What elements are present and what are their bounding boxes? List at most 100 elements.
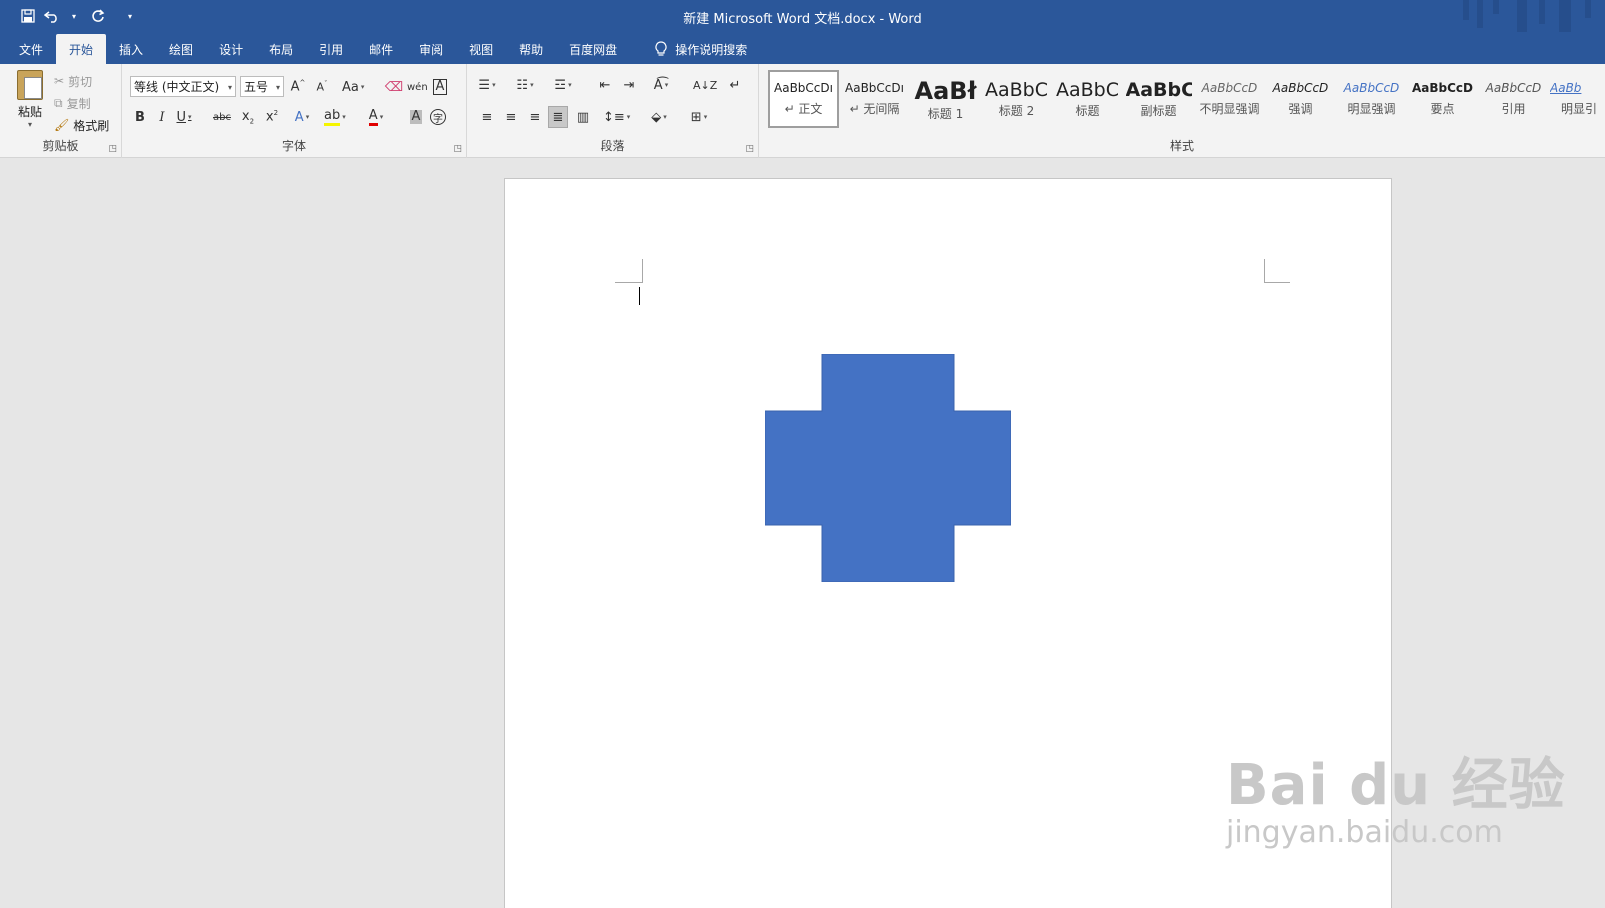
phonetic-guide-icon: wén	[407, 81, 428, 93]
style-intense-quote[interactable]: AaBb 明显引	[1549, 70, 1605, 128]
style-subtle-emphasis[interactable]: AaBbCcD 不明显强调	[1194, 70, 1265, 128]
chevron-down-icon: ▾	[275, 83, 280, 92]
chevron-down-icon: ▾	[227, 83, 232, 92]
style-name: 副标题	[1140, 104, 1177, 118]
style-name: 要点	[1430, 102, 1455, 116]
paste-button[interactable]: 粘贴 ▾	[10, 70, 50, 129]
style-quote[interactable]: AaBbCcD 引用	[1478, 70, 1549, 128]
baidu-watermark: Bai du 经验 jingyan.baidu.com	[1226, 740, 1566, 850]
italic-button[interactable]: I	[152, 106, 172, 128]
style-sample: AaBbCcDı	[845, 81, 904, 95]
show-marks-button[interactable]: ↵	[725, 74, 745, 96]
style-strong[interactable]: AaBbCcD 要点	[1407, 70, 1478, 128]
bold-icon: B	[135, 109, 145, 125]
tab-draw[interactable]: 绘图	[156, 34, 206, 64]
sort-button[interactable]: A↓Z	[693, 74, 717, 96]
tab-design[interactable]: 设计	[206, 34, 256, 64]
underline-button[interactable]: U ▾	[174, 106, 194, 128]
style-title[interactable]: AaBbC 标题	[1052, 70, 1123, 128]
style-heading-1[interactable]: AaBł 标题 1	[910, 70, 981, 128]
numbering-button[interactable]: ☷ ▾	[515, 74, 535, 96]
style-heading-2[interactable]: AaBbC 标题 2	[981, 70, 1052, 128]
grow-font-button[interactable]: A^	[288, 76, 308, 98]
shrink-font-icon: Aˇ	[316, 80, 328, 94]
enclose-characters-button[interactable]: 字	[428, 106, 448, 128]
text-effects-button[interactable]: A ▾	[292, 106, 312, 128]
multilevel-list-button[interactable]: ☲ ▾	[553, 74, 573, 96]
tab-baidu-netdisk[interactable]: 百度网盘	[556, 34, 630, 64]
strikethrough-button[interactable]: abc	[212, 106, 232, 128]
change-case-button[interactable]: Aa ▾	[342, 76, 364, 98]
chinese-layout-icon: A͡	[653, 77, 663, 93]
font-color-button[interactable]: A ▾	[366, 106, 386, 128]
font-name-select[interactable]: 等线 (中文正文) ▾	[130, 76, 236, 97]
font-name-value: 等线 (中文正文)	[134, 80, 220, 94]
styles-group-label: 样式	[1169, 139, 1194, 153]
style-sample: AaBł	[914, 76, 977, 105]
style-sample: AaBbCcD	[1411, 81, 1473, 95]
superscript-button[interactable]: x2	[262, 106, 282, 128]
sort-icon: A↓Z	[693, 78, 718, 92]
font-launcher-icon[interactable]: ◳	[453, 144, 462, 154]
style-sample: AaBbC	[1125, 79, 1192, 101]
cut-button[interactable]: ✂ 剪切	[54, 70, 109, 92]
clipboard-launcher-icon[interactable]: ◳	[108, 144, 117, 154]
copy-icon: ⧉	[54, 95, 63, 110]
style-name: 引用	[1501, 102, 1526, 116]
paste-dropdown-icon[interactable]: ▾	[10, 120, 50, 129]
subscript-icon: x2	[241, 108, 255, 126]
character-shading-button[interactable]: A	[406, 106, 426, 128]
style-normal[interactable]: AaBbCcDı ↵ 正文	[768, 70, 839, 128]
format-painter-label: 格式刷	[73, 118, 110, 133]
justify-button[interactable]: ≣	[548, 106, 568, 128]
style-intense-emphasis[interactable]: AaBbCcD 明显强调	[1336, 70, 1407, 128]
subscript-button[interactable]: x2	[238, 106, 258, 128]
tab-insert[interactable]: 插入	[106, 34, 156, 64]
margin-corner-mark	[615, 259, 643, 283]
paint-bucket-icon: ⬙	[651, 109, 662, 125]
increase-indent-button[interactable]: ⇥	[619, 74, 639, 96]
tell-me-search[interactable]: 操作说明搜索	[642, 34, 760, 64]
format-painter-button[interactable]: 🖌 格式刷	[54, 114, 109, 136]
align-right-icon: ≡	[529, 109, 541, 125]
tab-references[interactable]: 引用	[306, 34, 356, 64]
bullets-button[interactable]: ☰ ▾	[477, 74, 497, 96]
style-subtitle[interactable]: AaBbC 副标题	[1123, 70, 1194, 128]
tab-home[interactable]: 开始	[56, 34, 107, 64]
paragraph-mark-icon: ↵	[729, 77, 741, 93]
chinese-layout-button[interactable]: A͡ ▾	[651, 74, 671, 96]
align-right-button[interactable]: ≡	[525, 106, 545, 128]
tab-help[interactable]: 帮助	[506, 34, 556, 64]
tab-mailings[interactable]: 邮件	[356, 34, 406, 64]
style-no-spacing[interactable]: AaBbCcDı ↵ 无间隔	[839, 70, 910, 128]
character-border-button[interactable]: A	[430, 76, 450, 98]
shrink-font-button[interactable]: Aˇ	[312, 76, 332, 98]
style-name: 标题	[1075, 104, 1100, 118]
phonetic-guide-button[interactable]: wén	[407, 76, 428, 98]
highlight-button[interactable]: ab ▾	[324, 106, 346, 128]
tab-layout[interactable]: 布局	[256, 34, 306, 64]
tab-file[interactable]: 文件	[6, 34, 56, 64]
tab-review[interactable]: 审阅	[406, 34, 456, 64]
clear-formatting-button[interactable]: ⌫	[384, 76, 404, 98]
style-sample: AaBb	[1550, 81, 1582, 95]
tab-view[interactable]: 视图	[456, 34, 506, 64]
font-size-select[interactable]: 五号 ▾	[240, 76, 284, 97]
line-spacing-button[interactable]: ↕≡ ▾	[603, 106, 630, 128]
align-left-button[interactable]: ≡	[477, 106, 497, 128]
borders-icon: ⊞	[690, 109, 702, 125]
font-group-label: 字体	[281, 139, 306, 153]
enclose-characters-icon: 字	[430, 109, 446, 125]
copy-label: 复制	[66, 96, 91, 111]
bold-button[interactable]: B	[130, 106, 150, 128]
align-center-button[interactable]: ≡	[501, 106, 521, 128]
decrease-indent-button[interactable]: ⇤	[595, 74, 615, 96]
shading-button[interactable]: ⬙ ▾	[649, 106, 669, 128]
copy-button[interactable]: ⧉ 复制	[54, 92, 109, 114]
borders-button[interactable]: ⊞ ▾	[689, 106, 709, 128]
distributed-button[interactable]: ▥	[573, 106, 593, 128]
plus-shape[interactable]	[765, 354, 1011, 582]
window-title: 新建 Microsoft Word 文档.docx - Word	[683, 12, 922, 27]
paragraph-launcher-icon[interactable]: ◳	[745, 144, 754, 154]
style-emphasis[interactable]: AaBbCcD 强调	[1265, 70, 1336, 128]
